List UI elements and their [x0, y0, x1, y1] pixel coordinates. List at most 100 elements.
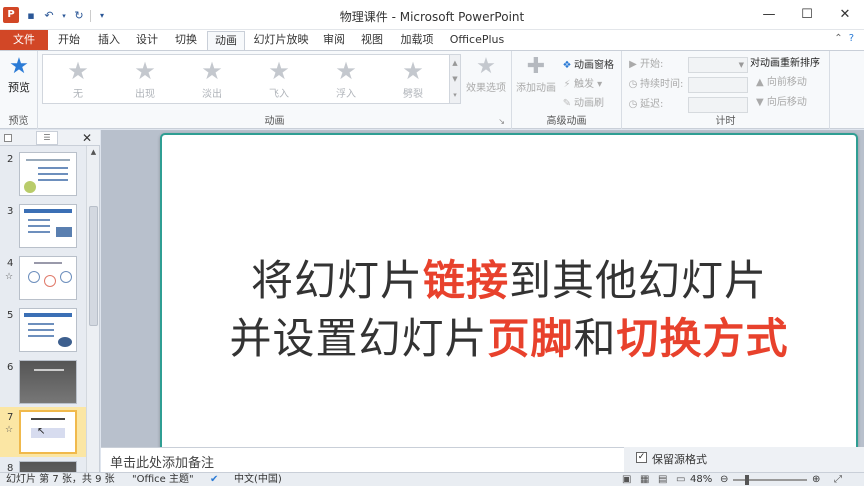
slide-number: 4 [7, 258, 14, 269]
maximize-button[interactable]: ☐ [788, 0, 826, 30]
animation-label: 出现 [135, 89, 155, 100]
slide-number: 6 [7, 362, 14, 373]
reorder-animation: 对动画重新排序 ▲ 向前移动 ▼ 向后移动 [750, 55, 830, 113]
slide-thumbnail-row[interactable]: 3 [0, 204, 86, 250]
slide-thumbnail[interactable] [19, 256, 77, 300]
tab-file[interactable]: 文件 [0, 30, 48, 50]
clock-icon: ◷ [628, 79, 638, 90]
advanced-animation-group-label: 高级动画 [546, 116, 587, 127]
close-panel-icon[interactable]: ✕ [82, 130, 92, 146]
move-earlier-button[interactable]: ▲ 向前移动 [750, 73, 830, 93]
trigger-icon: ⚡ [563, 79, 571, 90]
animation-gallery: ★ 无 ★ 出现 ★ 淡出 ★ 飞入 ★ 浮入 ★ 劈裂 [42, 54, 450, 104]
spell-check-icon[interactable]: ✔ [210, 473, 218, 486]
trigger-button[interactable]: ⚡ 触发 ▾ [560, 75, 614, 94]
tab-home[interactable]: 开始 [52, 30, 86, 50]
star-icon: ★ [335, 57, 357, 85]
minimize-button[interactable]: — [750, 0, 788, 30]
slide-title-line-2[interactable]: 并设置幻灯片页脚和切换方式 [162, 305, 856, 366]
tab-insert[interactable]: 插入 [92, 30, 126, 50]
notes-pane[interactable]: 单击此处添加备注 [101, 447, 624, 472]
tab-design[interactable]: 设计 [130, 30, 164, 50]
slide-thumbnail-selected[interactable]: ↖ [19, 410, 77, 454]
theme-status[interactable]: "Office 主题" [132, 473, 194, 486]
slides-tab-icon[interactable] [4, 134, 12, 142]
slideshow-icon[interactable]: ▭ [676, 473, 685, 486]
animation-float-in[interactable]: ★ 浮入 [313, 57, 379, 103]
tab-officeplus[interactable]: OfficePlus [446, 30, 508, 50]
animation-pane-icon: ❖ [562, 60, 572, 71]
text-run: 到其他幻灯片 [509, 256, 768, 305]
star-icon: ★ [67, 57, 89, 85]
slide-thumbnail[interactable] [19, 308, 77, 352]
move-later-button[interactable]: ▼ 向后移动 [750, 93, 830, 113]
add-animation-icon: ✚ [526, 54, 546, 79]
preview-button-label: 预览 [8, 81, 30, 94]
slide-thumbnail[interactable] [19, 360, 77, 404]
animation-appear[interactable]: ★ 出现 [112, 57, 178, 103]
tab-transitions[interactable]: 切换 [169, 30, 203, 50]
scroll-up-icon[interactable]: ▲ [87, 148, 100, 156]
minimize-ribbon-icon[interactable]: ⌃ [834, 33, 842, 44]
slide-thumbnail-row[interactable]: 6 [0, 360, 86, 406]
start-row: ▶ 开始: ▼ [626, 55, 748, 75]
preview-button[interactable]: ★ 预览 [4, 55, 34, 95]
zoom-out-icon[interactable]: ⊖ [720, 473, 728, 486]
zoom-level[interactable]: 48% [690, 473, 712, 486]
language-status[interactable]: 中文(中国) [234, 473, 282, 486]
duration-field[interactable] [688, 77, 748, 93]
text-run: 将幻灯片 [250, 256, 423, 305]
preview-group-label: 预览 [8, 116, 29, 127]
preview-group: ★ 预览 预览 [0, 51, 38, 129]
animation-none[interactable]: ★ 无 [45, 57, 111, 103]
tab-view[interactable]: 视图 [356, 30, 388, 50]
delay-field[interactable] [688, 97, 748, 113]
animation-painter-label: 动画刷 [574, 98, 604, 109]
move-earlier-label: 向前移动 [766, 77, 807, 88]
slide-title-line-1[interactable]: 将幻灯片链接到其他幻灯片 [162, 247, 856, 308]
animation-label: 淡出 [202, 89, 222, 100]
slide-thumbnail[interactable] [19, 152, 77, 196]
normal-view-icon[interactable]: ▣ [622, 473, 631, 486]
animation-fly-in[interactable]: ★ 飞入 [246, 57, 312, 103]
slide-thumbnail-row[interactable]: 5 [0, 308, 86, 354]
slide-thumbnail-row[interactable]: 2 [0, 152, 86, 198]
animation-label: 浮入 [336, 89, 356, 100]
close-button[interactable]: ✕ [826, 0, 864, 30]
zoom-in-icon[interactable]: ⊕ [812, 473, 820, 486]
animation-dialog-launcher-icon[interactable]: ↘ [498, 117, 505, 126]
current-slide[interactable]: 将幻灯片链接到其他幻灯片 并设置幻灯片页脚和切换方式 [160, 133, 858, 456]
add-animation-button[interactable]: ✚ 添加动画 [514, 54, 558, 95]
scrollbar-thumb[interactable] [89, 206, 98, 326]
start-select[interactable]: ▼ [688, 57, 748, 73]
animation-label: 飞入 [269, 89, 289, 100]
outline-tab[interactable]: ☰ [36, 131, 58, 145]
cursor-pointer-icon: ↖ [37, 426, 46, 437]
start-icon: ▶ [629, 59, 637, 70]
duration-label: 持续时间: [640, 79, 684, 90]
slide-thumbnail-row-selected[interactable]: 7 ☆ ↖ [0, 407, 86, 457]
slide-thumbnail[interactable] [19, 204, 77, 248]
reading-view-icon[interactable]: ▤ [658, 473, 667, 486]
slides-panel-scrollbar[interactable]: ▲ [86, 146, 99, 472]
tab-animations[interactable]: 动画 [207, 31, 245, 51]
tab-slideshow[interactable]: 幻灯片放映 [250, 30, 312, 50]
gallery-scroll[interactable]: ▲ ▼ ▾ [450, 54, 461, 104]
ribbon-right-controls: ⌃ ? [834, 33, 854, 44]
window-title: 物理课件 - Microsoft PowerPoint [339, 10, 525, 24]
keep-format-checkbox[interactable]: ✓ [636, 452, 647, 463]
star-icon: ★ [268, 57, 290, 85]
animation-pane-button[interactable]: ❖ 动画窗格 [560, 56, 614, 75]
slide-thumbnail-row[interactable]: 4 ☆ [0, 256, 86, 302]
effect-options-button[interactable]: ★ 效果选项 [463, 55, 509, 95]
help-icon[interactable]: ? [849, 33, 854, 44]
fit-to-window-icon[interactable]: ⤢ [834, 473, 842, 486]
animation-split[interactable]: ★ 劈裂 [380, 57, 446, 103]
animation-fade[interactable]: ★ 淡出 [179, 57, 245, 103]
tab-review[interactable]: 审阅 [318, 30, 350, 50]
tab-addins[interactable]: 加载项 [396, 30, 438, 50]
zoom-slider-handle[interactable] [745, 475, 749, 485]
animation-painter-button[interactable]: ✎ 动画刷 [560, 94, 614, 113]
slide-number: 3 [7, 206, 14, 217]
slide-sorter-icon[interactable]: ▦ [640, 473, 649, 486]
